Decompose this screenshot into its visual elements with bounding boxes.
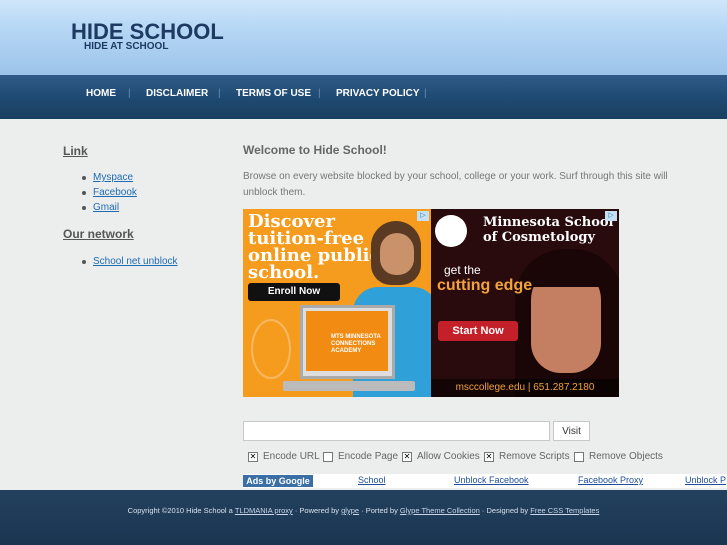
ad-tagline: get the	[444, 263, 481, 277]
ad-logo-text: Minnesota School of Cosmetology	[483, 215, 614, 245]
main-nav: HOME | DISCLAIMER | TERMS OF USE | PRIVA…	[0, 75, 727, 119]
nav-disclaimer[interactable]: DISCLAIMER	[146, 88, 208, 99]
list-item: Facebook	[80, 185, 137, 200]
site-tagline: HIDE AT SCHOOL	[84, 41, 169, 52]
footer-link-glype-theme-collection[interactable]: Glype Theme Collection	[400, 506, 480, 515]
sidebar-network-list: School net unblock	[80, 254, 178, 269]
ad-choices-icon[interactable]: ▷	[417, 211, 429, 221]
footer-link-tldmania[interactable]: TLDMANIA proxy	[235, 506, 293, 515]
remove-objects-label: Remove Objects	[589, 451, 663, 462]
footer-copyright: Copyright ©2010 Hide School a TLDMANIA p…	[0, 506, 727, 515]
site-footer: Copyright ©2010 Hide School a TLDMANIA p…	[0, 490, 727, 545]
ad-banner-cosmetology[interactable]: Minnesota School of Cosmetology get the …	[431, 209, 619, 397]
ad-contact-url: msccollege.edu | 651.287.2180	[431, 379, 619, 397]
ad-tagline-emphasis: cutting edge	[437, 277, 533, 294]
ad-link-unblock-p[interactable]: Unblock P	[685, 475, 726, 485]
ad-choices-icon[interactable]: ▷	[605, 211, 617, 221]
ad-link-unblock-facebook[interactable]: Unblock Facebook	[454, 475, 529, 485]
welcome-title: Welcome to Hide School!	[243, 143, 387, 157]
sidebar-link-facebook[interactable]: Facebook	[93, 187, 137, 198]
list-item: Gmail	[80, 200, 137, 215]
sidebar-link-myspace[interactable]: Myspace	[93, 172, 133, 183]
ads-by-google-badge[interactable]: Ads by Google	[243, 475, 313, 487]
welcome-text: Browse on every website blocked by your …	[243, 171, 668, 198]
sidebar-network-heading: Our network	[63, 227, 134, 241]
footer-text-part: · Designed by	[479, 506, 531, 515]
nav-separator: |	[218, 88, 221, 99]
list-item: Myspace	[80, 170, 137, 185]
sidebar-link-heading: Link	[63, 144, 88, 158]
school-logo-icon	[435, 215, 467, 247]
sidebar-link-gmail[interactable]: Gmail	[93, 202, 119, 213]
remove-scripts-checkbox[interactable]: ✕	[484, 452, 494, 462]
enroll-now-button[interactable]: Enroll Now	[248, 283, 340, 301]
nav-separator: |	[424, 88, 427, 99]
ad-banner-connections-academy[interactable]: Discover tuition-free online public scho…	[243, 209, 431, 397]
footer-link-free-css-templates[interactable]: Free CSS Templates	[530, 506, 599, 515]
visit-button[interactable]: Visit	[553, 421, 590, 441]
encode-page-label: Encode Page	[338, 451, 399, 462]
start-now-button[interactable]: Start Now	[438, 321, 518, 341]
nav-home[interactable]: HOME	[86, 88, 116, 99]
ad-link-school[interactable]: School	[358, 475, 386, 485]
ad-photo-face	[380, 233, 414, 275]
footer-text-part: · Powered by	[292, 506, 342, 515]
encode-page-checkbox[interactable]	[323, 452, 333, 462]
list-item: School net unblock	[80, 254, 178, 269]
remove-objects-checkbox[interactable]	[574, 452, 584, 462]
nav-separator: |	[128, 88, 131, 99]
decorative-swirl	[251, 319, 291, 379]
remove-scripts-label: Remove Scripts	[499, 451, 570, 462]
google-link-unit: Ads by Google School Unblock Facebook Fa…	[243, 474, 727, 488]
nav-privacy-policy[interactable]: PRIVACY POLICY	[336, 88, 420, 99]
laptop-base	[283, 381, 415, 391]
site-header: HIDE SCHOOL HIDE AT SCHOOL	[0, 0, 727, 75]
ad-headline: Discover tuition-free online public scho…	[248, 211, 381, 283]
sidebar-link-school-net-unblock[interactable]: School net unblock	[93, 256, 178, 267]
url-input[interactable]	[243, 421, 550, 441]
footer-text-part: · Ported by	[359, 506, 400, 515]
sidebar-link-list: Myspace Facebook Gmail	[80, 170, 137, 215]
allow-cookies-label: Allow Cookies	[417, 451, 480, 462]
academy-logo-text: MTS MINNESOTA CONNECTIONS ACADEMY	[331, 334, 381, 354]
encode-url-checkbox[interactable]: ✕	[248, 452, 258, 462]
footer-text-part: Copyright ©2010 Hide School a	[127, 506, 233, 515]
encode-url-label: Encode URL	[263, 451, 320, 462]
footer-link-glype[interactable]: glype	[341, 506, 359, 515]
ad-link-facebook-proxy[interactable]: Facebook Proxy	[578, 475, 643, 485]
nav-separator: |	[318, 88, 321, 99]
nav-terms-of-use[interactable]: TERMS OF USE	[236, 88, 311, 99]
ad-photo-fringe	[527, 257, 605, 287]
allow-cookies-checkbox[interactable]: ✕	[402, 452, 412, 462]
